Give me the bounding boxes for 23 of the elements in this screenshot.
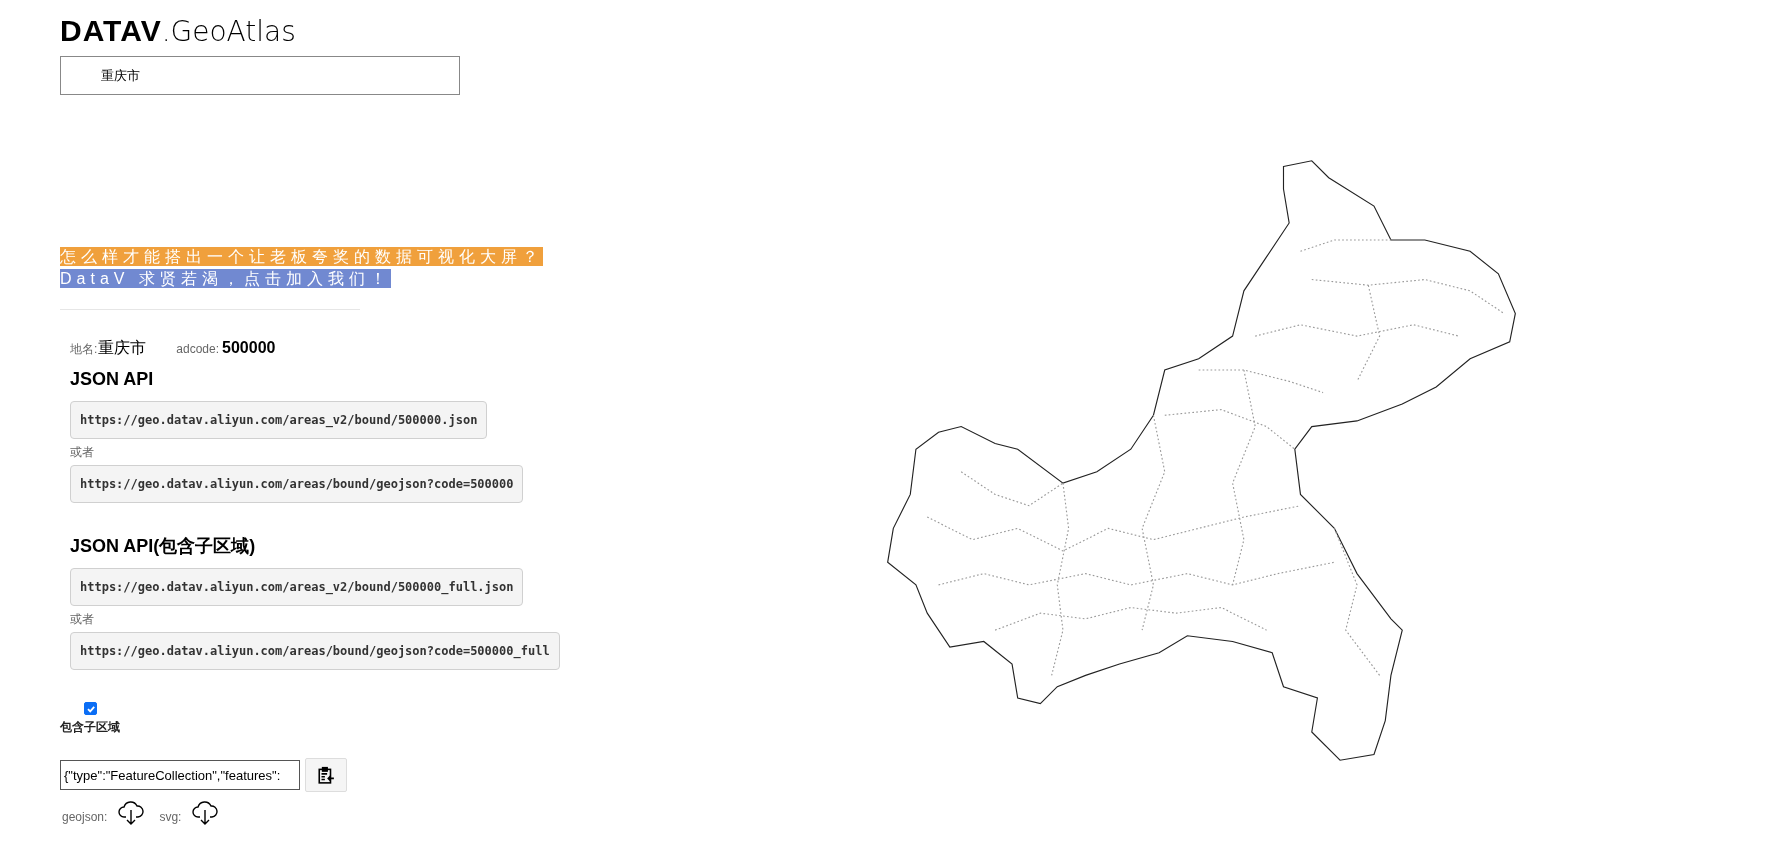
copy-button[interactable] [305,758,347,792]
clipboard-icon [317,766,335,784]
adcode-label: adcode: [176,341,220,358]
download-label: geojson: [62,809,108,826]
api-url-box[interactable]: https://geo.datav.aliyun.com/areas_v2/bound/500000.json [70,401,488,439]
place-name: 重庆市 [98,338,147,358]
checkbox-label: 包含子区域 [60,719,120,736]
cloud-download-icon[interactable] [191,798,220,826]
section-heading: JSON API [70,368,155,391]
cloud-download-icon[interactable] [117,798,146,826]
or-label: 或者 [70,444,94,461]
or-label: 或者 [70,611,94,628]
api-url-box[interactable]: https://geo.datav.aliyun.com/areas/bound/geojson?code=500000_full [70,632,560,670]
logo: DATAV.GeoAtlas [60,16,296,46]
api-url-box[interactable]: https://geo.datav.aliyun.com/areas/bound/geojson?code=500000 [70,465,524,503]
name-label: 地名: [70,341,98,358]
api-url-box[interactable]: https://geo.datav.aliyun.com/areas_v2/bound/500000_full.json [70,568,524,606]
adcode-value: 500000 [222,338,276,358]
section-heading: JSON API(包含子区域) [70,535,257,558]
include-subregions-checkbox[interactable] [84,702,97,715]
download-label: svg: [159,809,182,826]
search-field[interactable]: 重庆市 [60,56,460,95]
geojson-output-field[interactable]: {"type":"FeatureCollection","features": [60,760,300,790]
